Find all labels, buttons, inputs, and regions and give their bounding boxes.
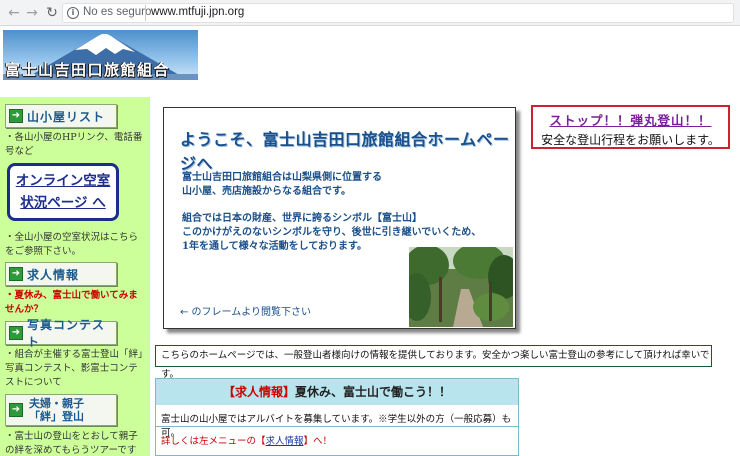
online-vacancy-button[interactable]: オンライン空室 状況ページ へ bbox=[7, 163, 119, 221]
welcome-intro-line1: 富士山吉田口旅館組合は山梨県側に位置する bbox=[182, 172, 382, 183]
reload-icon[interactable]: ↻ bbox=[44, 4, 60, 22]
welcome-intro: 富士山吉田口旅館組合は山梨県側に位置する 山小屋、売店施設からなる組合です。 bbox=[182, 171, 482, 199]
sidebar-item-photo-contest[interactable]: ➜ 写真コンテスト bbox=[5, 318, 117, 349]
arrow-right-icon: ➜ bbox=[9, 326, 23, 340]
job-link-suffix: 】へ！ bbox=[303, 436, 333, 447]
sidebar-item-kizuna-climb[interactable]: ➜ 夫婦・親子 「絆」登山 bbox=[5, 394, 117, 426]
welcome-mission-line1: 組合では日本の財産、世界に誇るシンボル【富士山】 bbox=[182, 213, 422, 224]
job-link-prefix: 詳しくは左メニューの【 bbox=[161, 436, 266, 447]
logo-text: 富士山吉田口旅館組合 bbox=[5, 61, 171, 79]
arrow-right-icon: ➜ bbox=[9, 267, 23, 281]
job-info-link-row: 詳しくは左メニューの【求人情報】へ！ bbox=[156, 427, 518, 447]
back-arrow-icon[interactable]: ← bbox=[6, 4, 22, 22]
sidebar-item-label: 夫婦・親子 「絆」登山 bbox=[29, 397, 84, 423]
stop-notice-title[interactable]: ストップ！！弾丸登山！！ bbox=[533, 110, 728, 129]
sidebar-item-label: 写真コンテスト bbox=[27, 318, 106, 349]
stop-notice-subtitle: 安全な登山行程をお願いします。 bbox=[541, 133, 720, 147]
frame-navigation-note: ← のフレームより閲覧下さい bbox=[180, 307, 312, 318]
arrow-right-icon: ➜ bbox=[9, 403, 23, 417]
job-info-header: 【求人情報】夏休み、富士山で働こう！！ bbox=[156, 379, 518, 405]
online-vacancy-note: ・全山小屋の空室状況はこちらをご参照下さい。 bbox=[5, 232, 139, 257]
job-info-headline: 夏休み、富士山で働こう！！ bbox=[295, 385, 452, 399]
online-vacancy-line1: オンライン空室 bbox=[15, 173, 111, 189]
url-text[interactable]: www.mtfuji.jpn.org bbox=[151, 6, 244, 18]
kizuna-climb-note: ・富士山の登山をとおして親子の絆を深めてもらうツアーです bbox=[5, 431, 138, 456]
sidebar-item-job[interactable]: ➜ 求人情報 bbox=[5, 262, 117, 286]
arrow-right-icon: ➜ bbox=[9, 109, 23, 123]
url-separator bbox=[145, 5, 146, 21]
job-info-body: 富士山の山小屋ではアルバイトを募集しています。※学生以外の方（一般応募）も可。 bbox=[156, 405, 518, 439]
site-header: 富士山吉田口旅館組合 bbox=[0, 27, 740, 97]
stop-bullet-climbing-notice: ストップ！！弾丸登山！！ 安全な登山行程をお願いします。 bbox=[531, 105, 730, 149]
sidebar-item-label: 求人情報 bbox=[27, 267, 80, 282]
hut-list-note: ・各山小屋のHPリンク、電話番号など bbox=[5, 132, 143, 157]
job-info-link[interactable]: 求人情報 bbox=[266, 436, 304, 447]
sidebar-item-label: 山小屋リスト bbox=[27, 109, 106, 124]
site-description: こちらのホームページでは、一般登山者様向けの情報を提供しております。安全かつ楽し… bbox=[155, 345, 712, 380]
welcome-intro-line2: 山小屋、売店施設からなる組合です。 bbox=[182, 186, 351, 197]
job-note: ・夏休み、富士山で働いてみませんか？ bbox=[5, 290, 138, 315]
sidebar-menu: ➜ 山小屋リスト ・各山小屋のHPリンク、電話番号など オンライン空室 状況ペー… bbox=[0, 97, 150, 456]
kizuna-line1: 夫婦・親子 bbox=[29, 397, 84, 410]
security-label[interactable]: No es seguro bbox=[83, 6, 151, 18]
welcome-mission-line3: 1年を通して様々な活動をしております。 bbox=[182, 241, 368, 252]
browser-toolbar: ← → ↻ i No es seguro www.mtfuji.jpn.org bbox=[0, 0, 740, 26]
info-icon[interactable]: i bbox=[67, 7, 79, 19]
welcome-mission-line2: このかけがえのないシンボルを守り、後世に引き継いでいくため、 bbox=[182, 227, 482, 238]
online-vacancy-line2: 状況ページ へ bbox=[20, 195, 106, 211]
job-info-box: 【求人情報】夏休み、富士山で働こう！！ 富士山の山小屋ではアルバイトを募集してい… bbox=[155, 378, 519, 456]
site-logo[interactable]: 富士山吉田口旅館組合 bbox=[3, 30, 198, 80]
photo-contest-note: ・組合が主催する富士登山「絆」写真コンテスト、影富士コンテストについて bbox=[5, 349, 143, 388]
address-bar[interactable]: i No es seguro www.mtfuji.jpn.org bbox=[62, 3, 734, 23]
welcome-title: ようこそ、富士山吉田口旅館組合ホームページへ bbox=[180, 130, 510, 173]
mountain-trail-photo bbox=[409, 247, 513, 327]
welcome-banner: ようこそ、富士山吉田口旅館組合ホームページへ 富士山吉田口旅館組合は山梨県側に位… bbox=[163, 107, 516, 329]
forward-arrow-icon[interactable]: → bbox=[24, 4, 40, 22]
kizuna-line2: 「絆」登山 bbox=[29, 410, 84, 423]
sidebar-item-hut-list[interactable]: ➜ 山小屋リスト bbox=[5, 104, 117, 128]
job-info-tag: 【求人情報】 bbox=[222, 385, 295, 399]
